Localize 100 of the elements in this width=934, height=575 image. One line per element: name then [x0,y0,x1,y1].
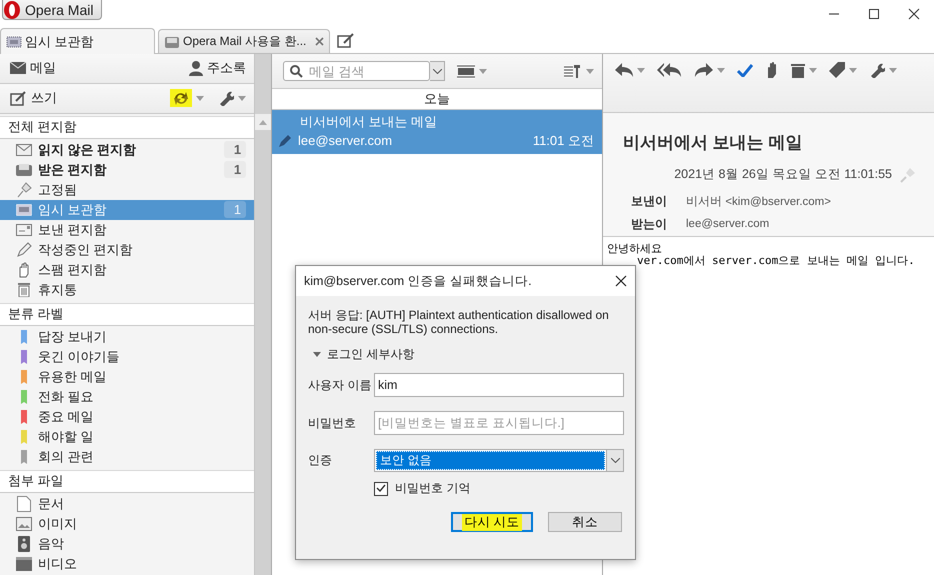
folder-item[interactable]: 웃긴 이야기들 [0,346,254,367]
username-field[interactable]: kim [374,373,624,397]
caret-icon[interactable] [637,68,645,72]
caret-icon[interactable] [196,96,204,101]
caret-icon[interactable] [479,68,487,74]
spam-button[interactable] [765,60,779,80]
search-input[interactable]: 메일 검색 [309,64,404,78]
message-date: 2021년 8월 26일 목요일 오전 11:01:55 [674,166,892,183]
dialog-title: kim@bserver.com 인증을 실패했습니다. [304,272,532,290]
forward-icon [695,63,713,77]
section-header: 분류 라벨 [0,302,254,326]
folder-item[interactable]: 전화 필요 [0,386,254,407]
folder-item[interactable]: 유용한 메일 [0,366,254,387]
auth-dropdown[interactable]: 보안 없음 [374,449,624,472]
reply-all-icon [657,63,683,77]
field-label: 비밀번호 [308,414,357,432]
pencil-icon [278,134,292,148]
field-label: 인증 [308,452,333,469]
folder-item[interactable]: 답장 보내기 [0,326,254,347]
compose-tab-icon[interactable] [337,33,355,49]
envelope-icon [10,62,26,74]
section-header: 전체 편지함 [0,116,254,139]
tab-label: 임시 보관함 [25,32,94,50]
wrench-icon[interactable] [218,90,234,106]
app-menu-button[interactable]: Opera Mail [2,0,102,20]
document-icon [17,496,31,512]
folder-item[interactable]: 작성중인 편지함 [0,240,254,260]
folder-item[interactable]: 문서 [0,494,254,514]
folder-item[interactable]: 회의 관련 [0,446,254,467]
folder-item[interactable]: 고정됨 [0,180,254,200]
cancel-button[interactable]: 취소 [548,512,622,532]
folder-item[interactable]: 비디오 [0,554,254,574]
reply-icon [615,63,633,77]
sent-folder-icon [16,224,32,236]
chevron-down-icon [610,458,620,463]
checkmark-icon [376,484,386,493]
close-icon[interactable] [908,8,920,20]
message-subject: 비서버에서 보내는 메일 [623,132,804,154]
section-header: 첨부 파일 [0,470,254,493]
maximize-icon[interactable] [868,8,880,20]
field-label: 사용자 이름 [308,376,372,394]
caret-icon[interactable] [889,68,897,72]
contacts-button[interactable]: 주소록 [189,59,246,78]
inbox-icon [164,34,180,48]
film-icon [16,557,32,571]
retry-button[interactable]: 다시 시도 [451,512,533,532]
caret-icon[interactable] [809,68,817,72]
folder-item[interactable]: 읽지 않은 편지함 1 [0,140,254,160]
checkbox[interactable] [374,482,388,496]
folder-item[interactable]: 받은 편지함 1 [0,160,254,180]
close-icon[interactable] [615,275,627,287]
tag-icon [829,62,845,78]
message-body-line: ver.com에서 server.com으로 보내는 메일 입니다. [637,255,915,267]
details-toggle[interactable]: 로그인 세부사항 [313,346,623,363]
folder-item[interactable]: 음악 [0,534,254,554]
mail-button[interactable]: 메일 [10,59,56,78]
checkbox-label: 비밀번호 기억 [395,480,470,497]
person-icon [189,60,204,76]
caret-icon[interactable] [849,68,857,72]
caret-icon[interactable] [238,96,246,101]
folder-item[interactable]: 휴지통 [0,280,254,300]
view-menu-button[interactable] [457,64,487,78]
list-settings-icon [564,64,582,78]
draft-icon [16,204,32,216]
field-label: 받는이 [631,216,668,233]
image-icon [16,517,32,531]
error-message: 서버 응답: [AUTH] Plaintext authentication disallowed on non-secure (SSL/TLS) connections. [308,308,610,336]
folder-item[interactable]: 스팸 편지함 [0,260,254,280]
folder-item[interactable]: 해야할 일 [0,426,254,447]
folder-item[interactable]: 이미지 [0,514,254,534]
unread-count: 1 [224,201,246,218]
tab[interactable]: Opera Mail 사용을 환... [158,29,330,53]
wrench-icon [869,62,885,78]
unread-count: 1 [224,161,246,178]
search-field[interactable]: 메일 검색 [283,61,430,81]
draft-icon [6,34,22,48]
inbox-icon [16,163,32,176]
scrollbar[interactable] [254,54,271,575]
list-options-button[interactable] [564,64,594,78]
checkmark-icon [737,64,753,76]
caret-icon[interactable] [717,68,725,72]
field-label: 보낸이 [631,193,668,210]
speaker-icon [17,536,31,552]
trash-icon [791,62,805,78]
trash-icon [17,282,31,298]
unread-count: 1 [224,141,246,158]
pin-icon [16,182,32,198]
field-value: lee@server.com [686,217,770,232]
folder-item[interactable]: 보낸 편지함 [0,220,254,240]
tab-label: Opera Mail 사용을 환... [183,33,306,50]
caret-icon[interactable] [586,68,594,74]
pencil-icon [16,242,32,258]
folder-item[interactable]: 중요 메일 [0,406,254,427]
chevron-down-icon [432,68,442,74]
search-dropdown-button[interactable] [430,61,445,81]
compose-button[interactable]: 쓰기 [10,89,57,108]
field-value: 비서버 <kim@bserver.com> [686,193,832,210]
tab[interactable]: 임시 보관함 [0,28,155,54]
search-icon [290,64,303,78]
label-button[interactable] [829,60,857,80]
